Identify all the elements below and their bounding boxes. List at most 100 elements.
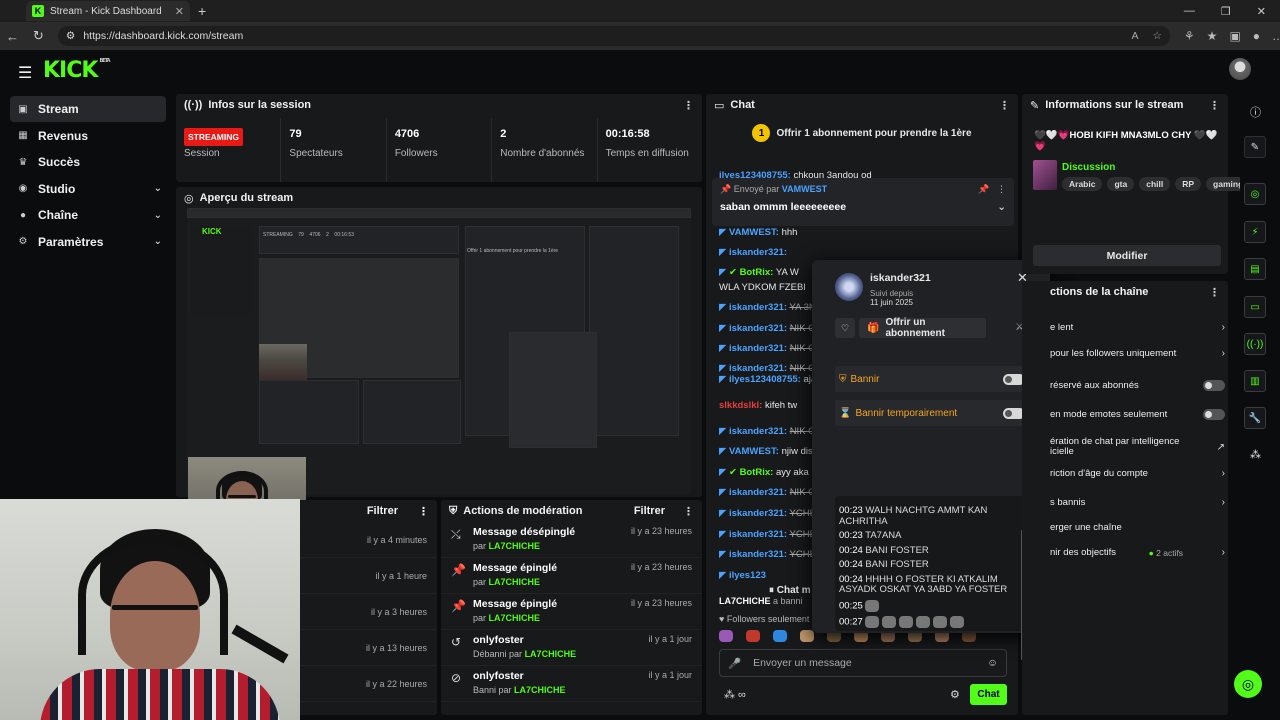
mod-row[interactable]: 📌 Message épinglé par LA7CHICHE il y a 23 h… xyxy=(441,594,702,630)
chat-message: ◤ ilyes123 xyxy=(719,570,766,581)
collections-icon[interactable]: ▣ xyxy=(1229,29,1240,43)
tag[interactable]: gta xyxy=(1107,177,1135,191)
pin-icon: 📌 xyxy=(451,599,466,613)
address-bar-row: ← ↻ ⚙ https://dashboard.kick.com/stream … xyxy=(0,22,1280,50)
user-avatar[interactable] xyxy=(1229,58,1251,80)
rail-camera-icon[interactable]: ◎ xyxy=(1244,183,1266,205)
channel-action-item[interactable]: ération de chat par intelligence icielle… xyxy=(1050,437,1225,457)
more-options-icon[interactable]: ⋮ xyxy=(1209,286,1220,299)
channel-action-item[interactable]: erger une chaîne xyxy=(1050,523,1225,533)
trophy-icon: ♛ xyxy=(18,156,28,168)
toggle-switch[interactable] xyxy=(1203,380,1225,391)
more-options-icon[interactable]: ⋮ xyxy=(683,505,694,518)
help-support-icon[interactable]: ◎ xyxy=(1234,670,1262,698)
emoji-icon: ☺ xyxy=(987,657,998,669)
channel-action-item[interactable]: en mode emotes seulement xyxy=(1050,409,1225,420)
rail-chat-icon[interactable]: ▭ xyxy=(1244,296,1266,318)
profile-icon[interactable]: ● xyxy=(1253,29,1260,43)
kick-logo[interactable]: KICK BETA xyxy=(43,58,111,83)
mod-row[interactable]: ⤯ Message désépinglé par LA7CHICHE il y a 2… xyxy=(441,522,702,558)
browser-tab-bar: K Stream - Kick Dashboard ✕ + — ❐ ✕ xyxy=(0,0,1280,22)
studio-icon: ◉ xyxy=(18,183,28,195)
rail-edit-icon[interactable]: ✎ xyxy=(1244,136,1266,158)
channel-action-item[interactable]: s bannis › xyxy=(1050,497,1225,508)
webcam-overlay xyxy=(0,499,300,720)
sidebar-item-succes[interactable]: ♛ Succès xyxy=(10,149,166,175)
sidebar-item-chaine[interactable]: ● Chaîne ⌄ xyxy=(10,202,166,228)
tag-row: Arabic gta chill RP gaming xyxy=(1062,177,1241,191)
url-box[interactable]: ⚙ https://dashboard.kick.com/stream A ☆ xyxy=(57,26,1170,46)
rail-lightning-icon[interactable]: ⚡ xyxy=(1244,221,1266,243)
mod-row[interactable]: 📌 Message épinglé par LA7CHICHE il y a 23 h… xyxy=(441,558,702,594)
undo-icon: ↺ xyxy=(451,635,462,649)
sidebar-item-parametres[interactable]: ⚙ Paramètres ⌄ xyxy=(10,229,166,255)
session-panel: ((·)) Infos sur la session ⋮ STREAMING Sess… xyxy=(176,94,702,182)
category-link[interactable]: Discussion xyxy=(1062,162,1115,173)
channel-action-item[interactable]: réservé aux abonnés xyxy=(1050,380,1225,391)
reload-icon[interactable]: ↻ xyxy=(33,28,44,44)
read-aloud-icon[interactable]: A xyxy=(1131,30,1138,42)
extension-icon[interactable]: ⚘ xyxy=(1184,29,1195,43)
rail-apps-icon[interactable]: ⁂ xyxy=(1250,448,1261,461)
stat-uptime: 00:16:58 Temps en diffusion xyxy=(605,128,689,159)
ban-row[interactable]: ⛨ Bannir xyxy=(835,366,1029,392)
panel-title: Infos sur la session xyxy=(208,99,312,111)
tag[interactable]: gaming xyxy=(1206,177,1241,191)
channel-action-item[interactable]: nir des objectifs ● 2 actifs › xyxy=(1050,547,1225,558)
more-options-icon[interactable]: ⋮ xyxy=(999,99,1010,112)
new-tab-icon[interactable]: + xyxy=(198,3,206,19)
channel-action-item[interactable]: pour les followers uniquement › xyxy=(1050,348,1225,359)
sidebar-item-studio[interactable]: ◉ Studio ⌄ xyxy=(10,176,166,202)
send-chat-button[interactable]: Chat xyxy=(970,684,1007,705)
timeout-row[interactable]: ⌛ Bannir temporairement xyxy=(835,400,1029,426)
more-icon[interactable]: … xyxy=(1272,29,1280,43)
toggle-switch[interactable] xyxy=(1203,409,1225,420)
menu-icon[interactable]: ☰ xyxy=(18,63,32,83)
more-options-icon[interactable]: ⋮ xyxy=(1209,99,1220,112)
chat-input[interactable]: 🎤 Envoyer un message ☺ xyxy=(719,649,1007,677)
minimize-icon[interactable]: — xyxy=(1184,5,1195,18)
pinned-message[interactable]: 📌 Envoyé par VAMWEST 📌 ⋮ saban ommm leeee… xyxy=(712,178,1014,226)
user-card-popup: iskander321 Suivi depuis 11 juin 2025 ✕ ♡… xyxy=(812,260,1050,660)
category-thumbnail[interactable] xyxy=(1033,160,1057,190)
kick-emote-icon[interactable]: ⁂ ∞ xyxy=(724,688,746,701)
tag[interactable]: Arabic xyxy=(1062,177,1103,191)
tag[interactable]: RP xyxy=(1175,177,1202,191)
stat-session: STREAMING Session xyxy=(176,118,282,182)
pencil-icon: ✎ xyxy=(1030,99,1040,112)
mod-row[interactable]: ⊘ onlyfoster Banni par LA7CHICHE il y a 1 j… xyxy=(441,666,702,702)
sidebar-item-stream[interactable]: ▣ Stream xyxy=(10,96,166,122)
user-message-log: 00:23 WALH NACHTG AMMT KAN ACHRITHA 00:23… xyxy=(835,496,1029,631)
browser-tab[interactable]: K Stream - Kick Dashboard ✕ xyxy=(26,1,190,21)
favorites-icon[interactable]: ★ xyxy=(1207,29,1218,43)
mic-icon: 🎤 xyxy=(728,657,742,670)
mod-row[interactable]: ↺ onlyfoster Débanni par LA7CHICHE il y a 1… xyxy=(441,630,702,666)
rail-notes-icon[interactable]: ▤ xyxy=(1244,258,1266,280)
channel-action-item[interactable]: e lent › xyxy=(1050,322,1225,333)
site-info-icon[interactable]: ⚙ xyxy=(66,30,75,42)
channel-action-item[interactable]: riction d'âge du compte › xyxy=(1050,468,1225,479)
rail-tools-icon[interactable]: 🔧 xyxy=(1244,407,1266,429)
info-icon[interactable]: ⓘ xyxy=(1250,104,1261,120)
more-options-icon[interactable]: ⋮ xyxy=(418,505,429,518)
edit-stream-button[interactable]: Modifier xyxy=(1033,245,1221,266)
maximize-icon[interactable]: ❐ xyxy=(1221,5,1231,18)
back-icon[interactable]: ← xyxy=(6,29,19,44)
url-text: https://dashboard.kick.com/stream xyxy=(83,30,244,42)
filter-button[interactable]: Filtrer xyxy=(634,505,665,517)
tag[interactable]: chill xyxy=(1139,177,1171,191)
window-close-icon[interactable]: ✕ xyxy=(1257,5,1266,18)
stream-preview-video[interactable]: KICK Offrir 1 abonnement pour prendre la… xyxy=(187,208,691,494)
gift-sub-button[interactable]: 🎁 Offrir un abonnement xyxy=(859,317,986,339)
favorite-star-icon[interactable]: ☆ xyxy=(1152,30,1161,42)
more-options-icon[interactable]: ⋮ xyxy=(683,99,694,112)
rail-broadcast-icon[interactable]: ((·)) xyxy=(1244,333,1266,355)
chat-settings-icon[interactable]: ⚙ xyxy=(950,688,960,701)
sidebar-item-revenus[interactable]: ▦ Revenus xyxy=(10,123,166,149)
tab-close-icon[interactable]: ✕ xyxy=(175,5,184,18)
filter-button[interactable]: Filtrer xyxy=(367,505,398,517)
chevron-right-icon: › xyxy=(1221,322,1225,333)
gift-sub-banner[interactable]: 1 Offrir 1 abonnement pour prendre la 1èr… xyxy=(706,116,1018,150)
rail-layout-icon[interactable]: ▥ xyxy=(1244,370,1266,392)
follow-heart-button[interactable]: ♡ xyxy=(835,318,855,338)
